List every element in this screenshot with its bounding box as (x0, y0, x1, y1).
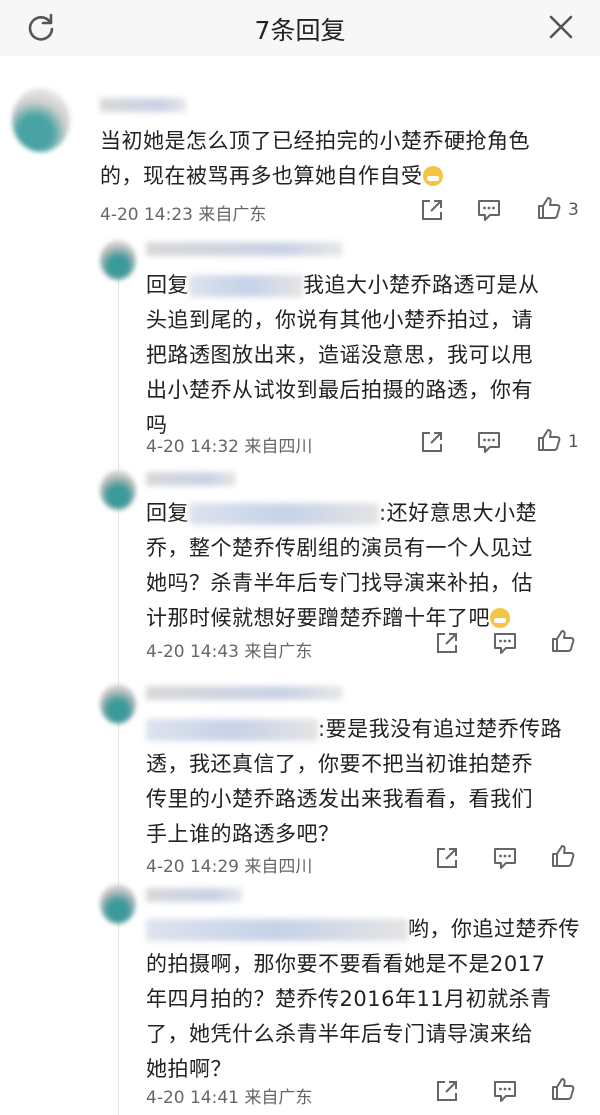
thumbs-up-icon[interactable] (536, 427, 562, 453)
reply-line: 乔，整个楚乔传剧组的演员有一个人见过 (146, 536, 533, 560)
reply-meta: 4-20 14:29 来自四川 (146, 852, 312, 877)
timestamp: 4-20 14:43 (146, 642, 239, 662)
reply-line: 传里的小楚乔路透发出来我看看，看我们 (146, 787, 533, 811)
reply-line: 年四月拍的？楚乔传2016年11月初就杀青 (146, 987, 552, 1011)
reply-text: 哟，你追过楚乔传 的拍摄啊，那你要不要看看她是不是2017 年四月拍的？楚乔传2… (146, 912, 580, 1087)
avatar[interactable] (100, 240, 136, 280)
comment-meta: 4-20 14:23 来自广东 (100, 200, 266, 225)
reply-line: 的拍摄啊，那你要不要看看她是不是2017 (146, 952, 546, 976)
thread-divider (118, 246, 119, 1115)
reply-line: 了，她凭什么杀青半年后专门请导演来给 (146, 1022, 533, 1046)
avatar[interactable] (100, 470, 136, 510)
location: 来自广东 (244, 1088, 313, 1108)
thumbs-up-icon[interactable] (536, 195, 562, 221)
reply-meta: 4-20 14:43 来自广东 (146, 637, 312, 662)
mention-blurred[interactable] (146, 919, 408, 941)
mention-blurred[interactable] (189, 503, 379, 525)
share-icon[interactable] (434, 1078, 460, 1104)
reply-prefix: 回复 (146, 273, 189, 297)
location: 来自四川 (244, 857, 313, 877)
page-title: 7条回复 (254, 16, 346, 45)
reply-line: 哟，你追过楚乔传 (408, 917, 580, 941)
comment-text: 当初她是怎么顶了已经拍完的小楚乔硬抢角色 的，现在被骂再多也算她自作自受 (100, 124, 530, 194)
header-bar: 7条回复 (0, 0, 600, 56)
reply-line: 她吗？杀青半年后专门找导演来补拍，估 (146, 571, 533, 595)
timestamp: 4-20 14:29 (146, 857, 239, 877)
comment-line: 的，现在被骂再多也算她自作自受 (100, 164, 423, 188)
comment-icon[interactable] (492, 1078, 518, 1104)
grimace-emoji (422, 166, 443, 186)
share-icon[interactable] (419, 197, 445, 223)
like-count: 1 (568, 432, 579, 452)
mention-blurred[interactable] (146, 719, 318, 741)
thumbs-up-icon[interactable] (550, 628, 576, 654)
location: 来自四川 (244, 437, 313, 457)
close-icon[interactable] (548, 14, 574, 40)
share-icon[interactable] (419, 429, 445, 455)
username-blurred[interactable] (146, 888, 242, 902)
username-blurred[interactable] (146, 242, 342, 256)
thumbs-up-icon[interactable] (550, 1076, 576, 1102)
timestamp: 4-20 14:41 (146, 1088, 239, 1108)
reply-text: 回复 我追大小楚乔路透可是从 头追到尾的，你说有其他小楚乔拍过，请 把路透图放出来… (146, 268, 540, 443)
reply-line: 头追到尾的，你说有其他小楚乔拍过，请 (146, 308, 533, 332)
reply-line: :还好意思大小楚 (379, 501, 538, 525)
timestamp: 4-20 14:32 (146, 437, 239, 457)
comment-icon[interactable] (492, 630, 518, 656)
location: 来自广东 (244, 642, 313, 662)
share-icon[interactable] (434, 630, 460, 656)
comment-icon[interactable] (476, 429, 502, 455)
avatar[interactable] (12, 88, 70, 152)
avatar[interactable] (100, 684, 136, 724)
share-icon[interactable] (434, 845, 460, 871)
username-blurred[interactable] (100, 98, 186, 112)
like-count: 3 (568, 200, 579, 220)
grimace-emoji (490, 608, 510, 628)
username-blurred[interactable] (146, 472, 236, 486)
reply-text: 回复 :还好意思大小楚 乔，整个楚乔传剧组的演员有一个人见过 她吗？杀青半年后专门… (146, 496, 537, 636)
reply-text: :要是我没有追过楚乔传路 透，我还真信了，你要不把当初谁拍楚乔 传里的小楚乔路透… (146, 712, 562, 852)
comment-icon[interactable] (476, 197, 502, 223)
reply-line: :要是我没有追过楚乔传路 (318, 717, 563, 741)
reply-line: 计那时候就想好要蹭楚乔蹭十年了吧 (146, 606, 490, 630)
location: 来自广东 (198, 205, 267, 225)
reply-line: 把路透图放出来，造谣没意思，我可以甩 (146, 343, 533, 367)
avatar[interactable] (100, 884, 136, 924)
reply-meta: 4-20 14:41 来自广东 (146, 1083, 312, 1108)
reply-prefix: 回复 (146, 501, 189, 525)
comment-icon[interactable] (492, 845, 518, 871)
thumbs-up-icon[interactable] (550, 843, 576, 869)
comment-line: 当初她是怎么顶了已经拍完的小楚乔硬抢角色 (100, 129, 530, 153)
reply-line: 出小楚乔从试妆到最后拍摄的路透，你有 (146, 378, 533, 402)
reply-meta: 4-20 14:32 来自四川 (146, 432, 312, 457)
username-blurred[interactable] (146, 686, 342, 700)
mention-blurred[interactable] (189, 275, 303, 297)
timestamp: 4-20 14:23 (100, 205, 193, 225)
reply-line: 我追大小楚乔路透可是从 (303, 273, 540, 297)
reply-line: 透，我还真信了，你要不把当初谁拍楚乔 (146, 752, 533, 776)
